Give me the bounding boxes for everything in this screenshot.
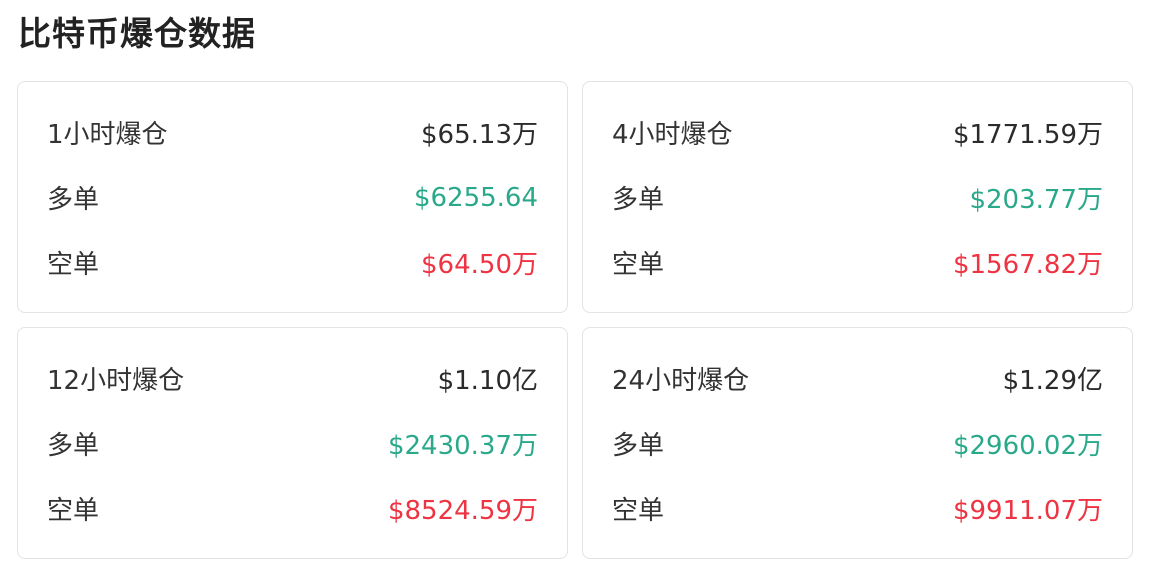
liquidation-card-24h: 24小时爆仓 $1.29亿 多单 $2960.02万 空单 $9911.07万 (582, 327, 1133, 559)
long-label: 多单 (47, 431, 100, 461)
liquidation-card-12h: 12小时爆仓 $1.10亿 多单 $2430.37万 空单 $8524.59万 (17, 327, 568, 559)
total-value: $1771.59万 (952, 120, 1103, 150)
short-value: $64.50万 (421, 250, 538, 280)
long-row: 多单 $2430.37万 (47, 411, 538, 476)
liquidation-card-1h: 1小时爆仓 $65.13万 多单 $6255.64 空单 $64.50万 (17, 81, 568, 313)
short-row: 空单 $1567.82万 (612, 230, 1103, 295)
short-label: 空单 (612, 250, 665, 280)
total-row: 1小时爆仓 $65.13万 (47, 100, 538, 165)
liquidation-grid: 1小时爆仓 $65.13万 多单 $6255.64 空单 $64.50万 4小时… (17, 81, 1133, 559)
period-label: 4小时爆仓 (612, 120, 733, 150)
period-label: 12小时爆仓 (47, 366, 185, 396)
short-row: 空单 $8524.59万 (47, 476, 538, 541)
short-label: 空单 (612, 496, 665, 526)
total-value: $65.13万 (421, 120, 538, 150)
short-label: 空单 (47, 496, 100, 526)
short-value: $8524.59万 (387, 496, 538, 526)
page-title: 比特币爆仓数据 (18, 14, 256, 53)
liquidation-card-4h: 4小时爆仓 $1771.59万 多单 $203.77万 空单 $1567.82万 (582, 81, 1133, 313)
long-row: 多单 $6255.64 (47, 165, 538, 230)
long-row: 多单 $203.77万 (612, 165, 1103, 230)
total-row: 4小时爆仓 $1771.59万 (612, 100, 1103, 165)
long-value: $2430.37万 (387, 431, 538, 461)
total-value: $1.10亿 (437, 366, 538, 396)
long-value: $203.77万 (969, 185, 1103, 215)
long-label: 多单 (47, 185, 100, 215)
short-row: 空单 $9911.07万 (612, 476, 1103, 541)
period-label: 24小时爆仓 (612, 366, 750, 396)
period-label: 1小时爆仓 (47, 120, 168, 150)
total-row: 12小时爆仓 $1.10亿 (47, 346, 538, 411)
short-row: 空单 $64.50万 (47, 230, 538, 295)
total-row: 24小时爆仓 $1.29亿 (612, 346, 1103, 411)
short-value: $9911.07万 (952, 496, 1103, 526)
short-value: $1567.82万 (952, 250, 1103, 280)
long-value: $2960.02万 (952, 431, 1103, 461)
total-value: $1.29亿 (1002, 366, 1103, 396)
long-label: 多单 (612, 431, 665, 461)
short-label: 空单 (47, 250, 100, 280)
long-row: 多单 $2960.02万 (612, 411, 1103, 476)
long-label: 多单 (612, 185, 665, 215)
long-value: $6255.64 (413, 182, 538, 213)
